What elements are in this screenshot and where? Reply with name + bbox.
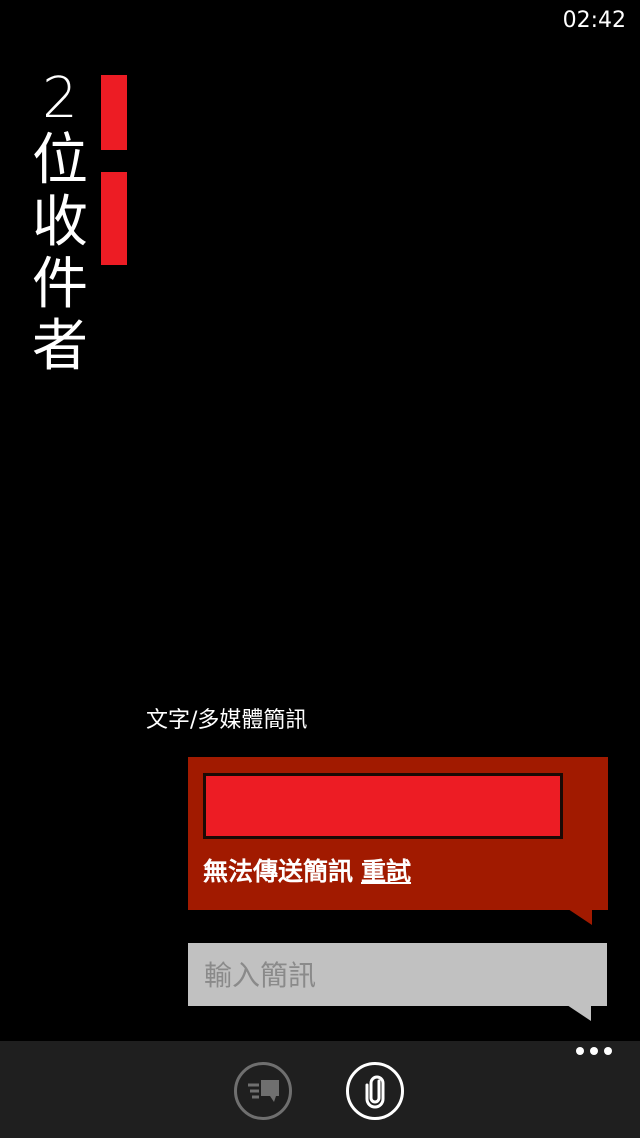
title-char: 2 bbox=[42, 66, 78, 131]
voice-to-text-icon bbox=[248, 1080, 279, 1102]
send-failed-text: 無法傳送簡訊 bbox=[203, 857, 354, 886]
ellipsis-dot bbox=[576, 1047, 584, 1055]
title-char: 位 bbox=[32, 128, 88, 193]
more-options-button[interactable] bbox=[576, 1047, 612, 1055]
message-type-label: 文字/多媒體簡訊 bbox=[146, 708, 308, 733]
title-char: 收 bbox=[32, 190, 88, 255]
messaging-screen: 02:42 2 位 收 件 者 文字/多媒體簡訊 無法傳送簡訊 重試 bbox=[0, 0, 640, 1138]
compose-bubble-tail bbox=[567, 1005, 591, 1021]
redacted-recipient-block bbox=[101, 172, 127, 265]
send-failure-notice: 無法傳送簡訊 重試 bbox=[203, 852, 411, 888]
title-char: 件 bbox=[32, 252, 88, 317]
redacted-message-content bbox=[203, 773, 563, 839]
paperclip-icon bbox=[365, 1075, 385, 1109]
ellipsis-dot bbox=[604, 1047, 612, 1055]
compose-box[interactable] bbox=[188, 943, 607, 1008]
app-bar bbox=[0, 1041, 640, 1138]
redacted-recipient-block bbox=[101, 75, 127, 150]
voice-to-text-button[interactable] bbox=[234, 1062, 292, 1120]
ellipsis-dot bbox=[590, 1047, 598, 1055]
sent-bubble-tail bbox=[568, 909, 592, 925]
recipients-title[interactable]: 2 位 收 件 者 bbox=[28, 68, 92, 378]
title-char: 者 bbox=[32, 314, 88, 379]
attach-button[interactable] bbox=[346, 1062, 404, 1120]
message-input[interactable] bbox=[202, 943, 597, 1008]
status-time: 02:42 bbox=[562, 8, 626, 33]
retry-link[interactable]: 重試 bbox=[361, 857, 411, 886]
